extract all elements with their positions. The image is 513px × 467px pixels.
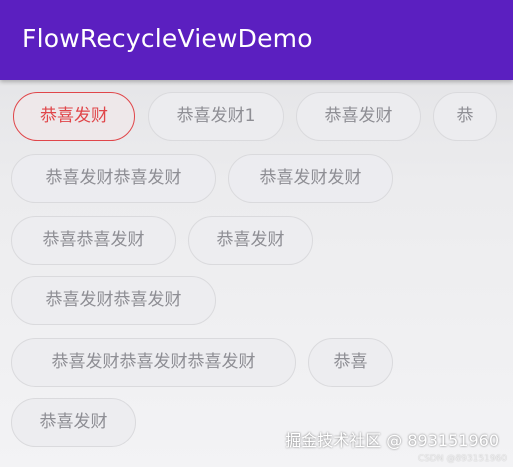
tag-chip[interactable]: 恭喜发财 [13,92,135,141]
tag-chip[interactable]: 恭喜发财恭喜发财 [11,276,216,325]
tag-flow-list: 恭喜发财 恭喜发财1 恭喜发财 恭 恭喜发财恭喜发财 恭喜发财发财 恭喜恭喜发财… [0,80,513,467]
tag-chip[interactable]: 恭喜发财 [11,398,136,447]
tag-chip[interactable]: 恭 [433,92,497,141]
tag-chip[interactable]: 恭喜发财1 [148,92,284,141]
screen: FlowRecycleViewDemo 恭喜发财 恭喜发财1 恭喜发财 恭 恭喜… [0,0,513,467]
tag-chip[interactable]: 恭喜 [308,338,393,387]
watermark-sub: CSDN @893151960 [417,454,507,464]
tag-chip[interactable]: 恭喜发财恭喜发财恭喜发财 [11,338,296,387]
watermark: 掘金技术社区 @ 893151960 [285,431,499,450]
app-bar: FlowRecycleViewDemo [0,0,513,80]
app-title: FlowRecycleViewDemo [22,24,313,53]
tag-chip[interactable]: 恭喜发财发财 [228,154,393,203]
tag-chip[interactable]: 恭喜发财 [188,216,313,265]
tag-chip[interactable]: 恭喜发财恭喜发财 [11,154,216,203]
tag-chip[interactable]: 恭喜发财 [296,92,421,141]
tag-chip[interactable]: 恭喜恭喜发财 [11,216,176,265]
